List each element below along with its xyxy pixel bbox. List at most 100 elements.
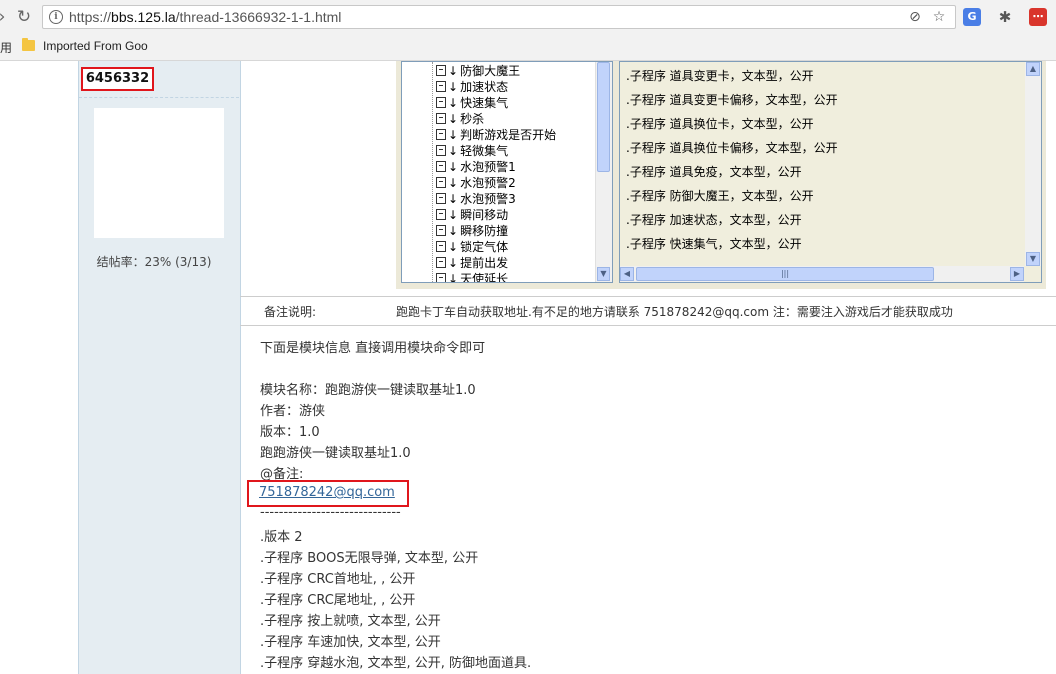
list-horizontal-scrollbar[interactable]: ◀ ||| ▶ xyxy=(620,266,1024,282)
tree-item-label: 防御大魔王 xyxy=(460,64,521,78)
subroutine-icon xyxy=(436,65,446,76)
tree-item-label: 瞬间移动 xyxy=(460,208,509,222)
list-item[interactable]: .子程序 道具变更卡偏移，文本型，公开 xyxy=(626,90,838,110)
tree-item-label: 水泡预警3 xyxy=(460,192,516,206)
bookmark-folder-imported[interactable]: Imported From Goo xyxy=(43,39,158,53)
tree-item[interactable]: ↓ 水泡预警1 xyxy=(436,159,516,175)
subroutine-icon xyxy=(436,257,446,268)
tree-item[interactable]: ↓ 天使延长 xyxy=(436,271,508,282)
list-item[interactable]: .子程序 道具换位卡偏移，文本型，公开 xyxy=(626,138,838,158)
arrow-down-icon: ↓ xyxy=(448,144,459,158)
subroutine-icon xyxy=(436,241,446,252)
tree-item-label: 瞬移防撞 xyxy=(460,224,509,238)
apps-bookmark[interactable]: 用 xyxy=(0,39,12,56)
tree-item-label: 加速状态 xyxy=(460,80,509,94)
list-item[interactable]: .子程序 道具免疫，文本型，公开 xyxy=(626,162,802,182)
code-line: .子程序 CRC首地址, , 公开 xyxy=(260,572,416,587)
tree-panel: ↓ 防御大魔王 ↓ 加速状态 ↓ 快速集气 ↓ 秒杀 ↓ 判断游戏是否开始 ↓ 轻微集气 ↓ 水泡预警1 ↓… xyxy=(401,61,613,283)
page-content: 6456332 结帖率：23% (3/13) ↓ 防御大魔王 ↓ 加速状态 ↓ 快速集气 ↓… xyxy=(0,61,1056,674)
module-author: 作者：游侠 xyxy=(260,404,326,419)
arrow-down-icon: ↓ xyxy=(448,160,459,174)
subroutine-icon xyxy=(436,129,446,140)
subroutine-icon xyxy=(436,177,446,188)
subroutine-icon xyxy=(436,81,446,92)
subroutine-icon xyxy=(436,273,446,282)
arrow-down-icon: ↓ xyxy=(448,128,459,142)
tree-item-label: 水泡预警2 xyxy=(460,176,516,190)
url-text[interactable]: https://bbs.125.la/thread-13666932-1-1.h… xyxy=(69,9,341,25)
list-item[interactable]: .子程序 加速状态，文本型，公开 xyxy=(626,210,802,230)
arrow-down-icon: ↓ xyxy=(448,256,459,270)
code-line: .版本 2 xyxy=(260,530,303,545)
divider-text: ------------------------------ xyxy=(260,505,401,520)
bug-extension-icon[interactable]: ✱ xyxy=(996,8,1014,26)
list-panel: .子程序 道具变更卡，文本型，公开 .子程序 道具变更卡偏移，文本型，公开 .子程序… xyxy=(619,61,1042,283)
address-bar[interactable]: i https://bbs.125.la/thread-13666932-1-1… xyxy=(42,5,956,29)
arrow-down-icon: ↓ xyxy=(448,64,459,78)
code-line: .子程序 穿越水泡, 文本型, 公开, 防御地面道具. xyxy=(260,656,532,671)
subroutine-icon xyxy=(436,145,446,156)
list-item[interactable]: .子程序 道具换位卡，文本型，公开 xyxy=(626,114,814,134)
tree-item-label: 锁定气体 xyxy=(460,240,509,254)
reload-icon[interactable]: ↻ xyxy=(14,7,34,27)
scroll-left-icon[interactable]: ◀ xyxy=(620,267,634,281)
tree-scroll-thumb[interactable] xyxy=(597,62,610,172)
arrow-down-icon: ↓ xyxy=(448,192,459,206)
arrow-down-icon: ↓ xyxy=(448,208,459,222)
tree-item-label: 快速集气 xyxy=(460,96,509,110)
scroll-down-icon[interactable]: ▼ xyxy=(1026,252,1040,266)
list-item[interactable]: .子程序 快速集气，文本型，公开 xyxy=(626,234,802,254)
tree-item[interactable]: ↓ 水泡预警2 xyxy=(436,175,516,191)
subroutine-icon xyxy=(436,161,446,172)
code-line: .子程序 按上就喷, 文本型, 公开 xyxy=(260,614,441,629)
tree-item[interactable]: ↓ 防御大魔王 xyxy=(436,63,520,79)
tree-item[interactable]: ↓ 瞬移防撞 xyxy=(436,223,508,239)
tree-item-label: 判断游戏是否开始 xyxy=(460,128,557,142)
tree-item[interactable]: ↓ 水泡预警3 xyxy=(436,191,516,207)
translate-extension-icon[interactable]: G xyxy=(963,8,981,26)
scroll-down-icon[interactable]: ▼ xyxy=(597,267,610,281)
subroutine-icon xyxy=(436,225,446,236)
close-rate-text: 结帖率：23% (3/13) xyxy=(96,255,212,269)
arrow-down-icon: ↓ xyxy=(448,112,459,126)
note-row: 备注说明: 跑跑卡丁车自动获取地址.有不足的地方请联系 751878242@qq… xyxy=(240,296,1056,326)
embedded-screenshot: ↓ 防御大魔王 ↓ 加速状态 ↓ 快速集气 ↓ 秒杀 ↓ 判断游戏是否开始 ↓ 轻微集气 ↓ 水泡预警1 ↓… xyxy=(396,61,1046,289)
horizontal-scroll-thumb[interactable]: ||| xyxy=(636,267,934,281)
code-line: .子程序 CRC尾地址, , 公开 xyxy=(260,593,416,608)
subroutine-icon xyxy=(436,193,446,204)
email-highlight: 751878242@qq.com xyxy=(247,480,409,507)
tree-item[interactable]: ↓ 瞬间移动 xyxy=(436,207,508,223)
translate-blocked-icon[interactable]: ⊘ xyxy=(907,9,923,25)
url-scheme: https:// xyxy=(69,9,112,25)
bookmarks-bar: 用 Imported From Goo xyxy=(0,34,1056,61)
tree-item[interactable]: ↓ 判断游戏是否开始 xyxy=(436,127,556,143)
tree-item[interactable]: ↓ 秒杀 xyxy=(436,111,484,127)
list-vertical-scrollbar[interactable]: ▲ ▼ xyxy=(1025,62,1041,266)
email-link[interactable]: 751878242@qq.com xyxy=(259,485,395,500)
tree-item-label: 水泡预警1 xyxy=(460,160,516,174)
code-line: .子程序 车速加快, 文本型, 公开 xyxy=(260,635,441,650)
scroll-up-icon[interactable]: ▲ xyxy=(1026,62,1040,76)
info-icon[interactable]: i xyxy=(49,10,63,24)
url-host: bbs.125.la xyxy=(111,9,176,25)
module-desc: 跑跑游侠一键读取基址1.0 xyxy=(260,446,411,461)
scroll-right-icon[interactable]: ▶ xyxy=(1010,267,1024,281)
tree-item[interactable]: ↓ 快速集气 xyxy=(436,95,508,111)
avatar[interactable] xyxy=(94,108,224,238)
tree-item[interactable]: ↓ 加速状态 xyxy=(436,79,508,95)
tree-item[interactable]: ↓ 提前出发 xyxy=(436,255,508,271)
user-id[interactable]: 6456332 xyxy=(81,67,154,91)
tree-item-label: 提前出发 xyxy=(460,256,509,270)
menu-extension-icon[interactable]: ⋯ xyxy=(1029,8,1047,26)
module-version: 版本：1.0 xyxy=(260,425,320,440)
arrow-down-icon: ↓ xyxy=(448,224,459,238)
list-item[interactable]: .子程序 防御大魔王，文本型，公开 xyxy=(626,186,814,206)
bookmark-star-icon[interactable]: ☆ xyxy=(931,9,947,25)
module-name: 模块名称：跑跑游侠一键读取基址1.0 xyxy=(260,383,476,398)
forward-icon[interactable]: › xyxy=(0,7,12,27)
tree-scrollbar[interactable]: ▼ xyxy=(595,62,612,282)
list-item[interactable]: .子程序 道具变更卡，文本型，公开 xyxy=(626,66,814,86)
subroutine-icon xyxy=(436,97,446,108)
tree-item[interactable]: ↓ 锁定气体 xyxy=(436,239,508,255)
tree-item[interactable]: ↓ 轻微集气 xyxy=(436,143,508,159)
